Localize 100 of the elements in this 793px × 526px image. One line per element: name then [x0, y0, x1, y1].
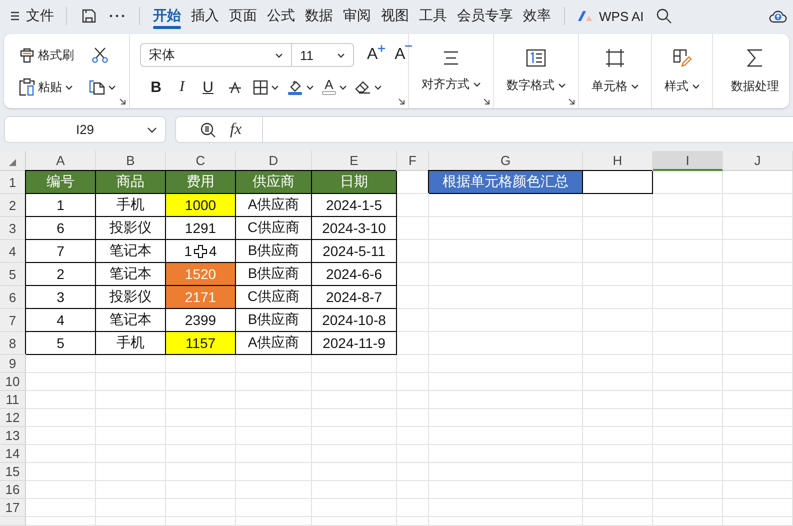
row-header[interactable]: 8	[0, 332, 26, 355]
table-cell	[397, 355, 429, 373]
ribbon-tab[interactable]: 视图	[376, 2, 414, 30]
row-header[interactable]: 16	[0, 481, 26, 499]
more-icon[interactable]	[109, 14, 125, 18]
name-box[interactable]: I29	[4, 116, 166, 143]
row-header[interactable]: 13	[0, 427, 26, 445]
grow-font-button[interactable]: A	[364, 43, 388, 67]
table-cell	[723, 263, 793, 286]
file-menu[interactable]: 文件	[6, 5, 58, 27]
table-cell: 2024-11-9	[312, 332, 397, 355]
table-cell	[723, 517, 793, 526]
column-header[interactable]: D	[236, 151, 312, 171]
table-cell	[653, 481, 723, 499]
row-header[interactable]: 6	[0, 286, 26, 309]
table-cell	[583, 517, 653, 526]
column-header[interactable]: F	[397, 151, 429, 171]
font-name-dropdown[interactable]: 宋体	[140, 43, 292, 67]
table-cell	[166, 427, 236, 445]
table-cell: 2024-6-6	[312, 263, 397, 286]
table-cell	[166, 445, 236, 463]
table-cell: A供应商	[236, 194, 312, 217]
row-header[interactable]: 7	[0, 309, 26, 332]
ribbon-tab[interactable]: 审阅	[338, 2, 376, 30]
table-cell	[583, 463, 653, 481]
table-cell	[723, 355, 793, 373]
row-header[interactable]: 10	[0, 373, 26, 391]
ribbon-group-button[interactable]: 数字格式	[504, 48, 568, 94]
italic-button[interactable]: I	[170, 75, 194, 99]
column-header[interactable]: G	[429, 151, 583, 171]
ribbon-tab[interactable]: 公式	[262, 2, 300, 30]
table-cell	[166, 517, 236, 526]
table-cell	[26, 463, 96, 481]
table-cell	[723, 499, 793, 517]
font-size-dropdown[interactable]: 11	[292, 43, 354, 67]
ai-button[interactable]: WPS AI	[573, 6, 648, 26]
table-cell	[653, 217, 723, 240]
save-icon[interactable]	[81, 8, 97, 24]
zoom-out-icon[interactable]	[200, 122, 216, 138]
font-color-button[interactable]: A	[319, 75, 350, 99]
ribbon-tab[interactable]: 数据	[300, 2, 338, 30]
caret-icon	[108, 84, 116, 90]
table-cell	[166, 409, 236, 427]
column-header[interactable]: E	[312, 151, 397, 171]
row-header[interactable]: 3	[0, 217, 26, 240]
shrink-font-button[interactable]: A	[392, 43, 416, 67]
table-cell	[397, 263, 429, 286]
row-header[interactable]: 14	[0, 445, 26, 463]
function-button[interactable]: fx	[230, 120, 242, 138]
row-header[interactable]: 11	[0, 391, 26, 409]
table-cell: 5	[26, 332, 96, 355]
ribbon-group-button[interactable]: 单元格	[589, 48, 641, 94]
caret-icon	[692, 84, 700, 88]
column-header[interactable]: C	[166, 151, 236, 171]
ribbon-tab[interactable]: 效率	[518, 2, 556, 30]
column-header[interactable]: A	[26, 151, 96, 171]
table-cell	[166, 373, 236, 391]
column-header[interactable]: J	[723, 151, 793, 171]
ribbon-group-button[interactable]: 数据处理	[721, 48, 789, 94]
ribbon-tab[interactable]: 插入	[186, 2, 224, 30]
ribbon-group-button[interactable]: 样式	[662, 48, 702, 94]
column-header[interactable]: H	[583, 151, 653, 171]
caret-icon	[337, 52, 345, 58]
select-all-icon[interactable]	[9, 159, 16, 166]
table-cell	[723, 409, 793, 427]
table-cell	[397, 409, 429, 427]
row-header[interactable]: 9	[0, 355, 26, 373]
bold-button[interactable]: B	[144, 75, 168, 99]
row-header[interactable]: 5	[0, 263, 26, 286]
row-header[interactable]: 17	[0, 499, 26, 517]
table-cell	[397, 373, 429, 391]
table-cell	[583, 427, 653, 445]
table-cell	[96, 463, 166, 481]
table-cell: 1291	[166, 217, 236, 240]
row-header[interactable]: 15	[0, 463, 26, 481]
ribbon-tab[interactable]: 开始	[148, 2, 186, 30]
ribbon-tab[interactable]: 会员专享	[452, 2, 518, 30]
caret-icon	[147, 127, 157, 133]
dialog-launcher-icon[interactable]	[568, 98, 575, 105]
scissors-icon[interactable]	[91, 47, 109, 63]
column-header[interactable]: B	[96, 151, 166, 171]
search-icon[interactable]	[656, 8, 672, 24]
table-cell	[397, 517, 429, 526]
row-header[interactable]: 2	[0, 194, 26, 217]
paste-button[interactable]: 粘贴	[16, 75, 76, 99]
row-header[interactable]: 1	[0, 171, 26, 194]
ribbon-tab[interactable]: 页面	[224, 2, 262, 30]
ribbon-group-button[interactable]: 对齐方式	[419, 50, 483, 92]
dialog-launcher-icon[interactable]	[483, 98, 490, 105]
table-cell	[26, 409, 96, 427]
dialog-launcher-icon[interactable]	[119, 98, 126, 105]
underline-button[interactable]: U	[196, 75, 220, 99]
format-painter-button[interactable]: 格式刷	[16, 43, 77, 67]
row-header[interactable]: 4	[0, 240, 26, 263]
table-cell: 2024-10-8	[312, 309, 397, 332]
row-header[interactable]: 12	[0, 409, 26, 427]
column-header[interactable]: I	[653, 151, 723, 171]
ribbon-tab[interactable]: 工具	[414, 2, 452, 30]
dialog-launcher-icon[interactable]	[398, 98, 405, 105]
cloud-upload-icon[interactable]	[769, 8, 787, 24]
